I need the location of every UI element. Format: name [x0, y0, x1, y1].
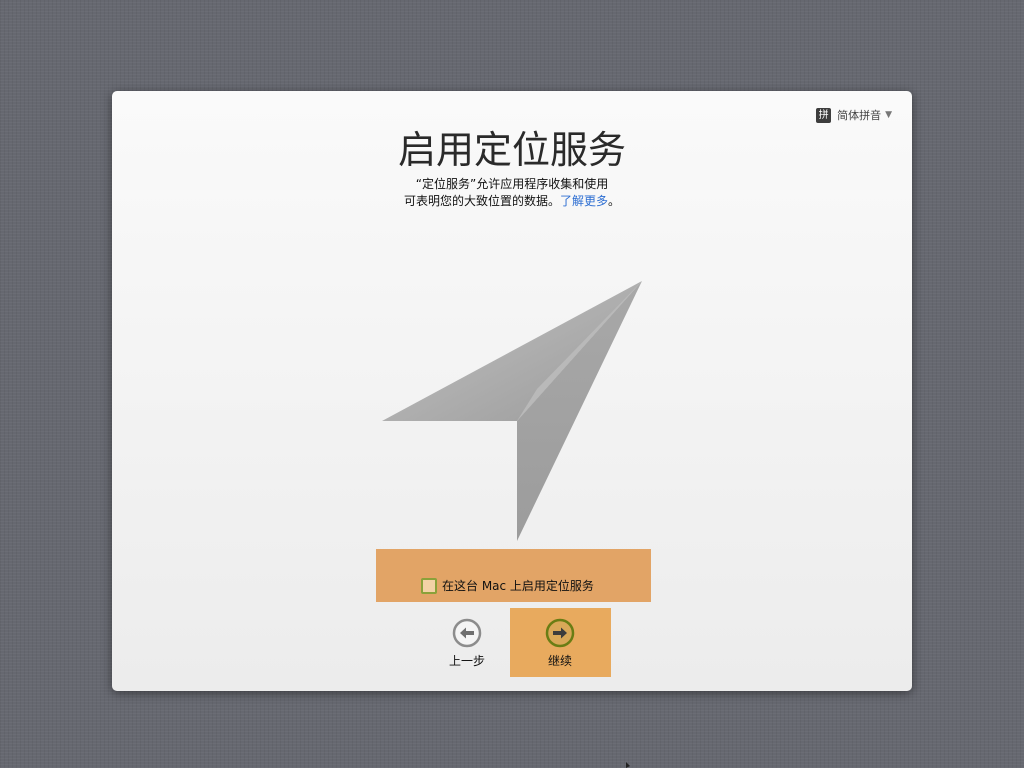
enable-location-label: 在这台 Mac 上启用定位服务: [442, 579, 594, 593]
back-button[interactable]: 上一步: [437, 618, 497, 669]
checkbox-highlight: 在这台 Mac 上启用定位服务: [376, 549, 651, 602]
enable-location-checkbox[interactable]: [421, 577, 437, 594]
continue-highlight: 继续: [510, 608, 611, 677]
back-arrow-circle-icon: [452, 618, 482, 648]
page-title: 启用定位服务: [397, 128, 626, 172]
setup-panel: 拼 简体拼音 ▼ 启用定位服务 “定位服务”允许应用程序收集和使用 可表明您的大…: [112, 91, 912, 691]
forward-arrow-circle-icon: [545, 618, 575, 648]
learn-more-link[interactable]: 了解更多: [560, 194, 608, 208]
enable-location-checkbox-row[interactable]: 在这台 Mac 上启用定位服务: [421, 577, 594, 594]
description: “定位服务”允许应用程序收集和使用 可表明您的大致位置的数据。了解更多。: [112, 176, 912, 210]
description-end: 。: [608, 194, 621, 208]
back-label: 上一步: [448, 654, 485, 668]
continue-button[interactable]: 继续: [530, 618, 590, 669]
continue-label: 继续: [547, 654, 572, 668]
location-arrow-icon: [382, 281, 642, 541]
description-line-2: 可表明您的大致位置的数据。了解更多。: [112, 193, 912, 210]
description-line-1: “定位服务”允许应用程序收集和使用: [415, 177, 609, 191]
mouse-cursor-icon: [626, 762, 630, 768]
description-text: 可表明您的大致位置的数据。: [403, 194, 560, 208]
